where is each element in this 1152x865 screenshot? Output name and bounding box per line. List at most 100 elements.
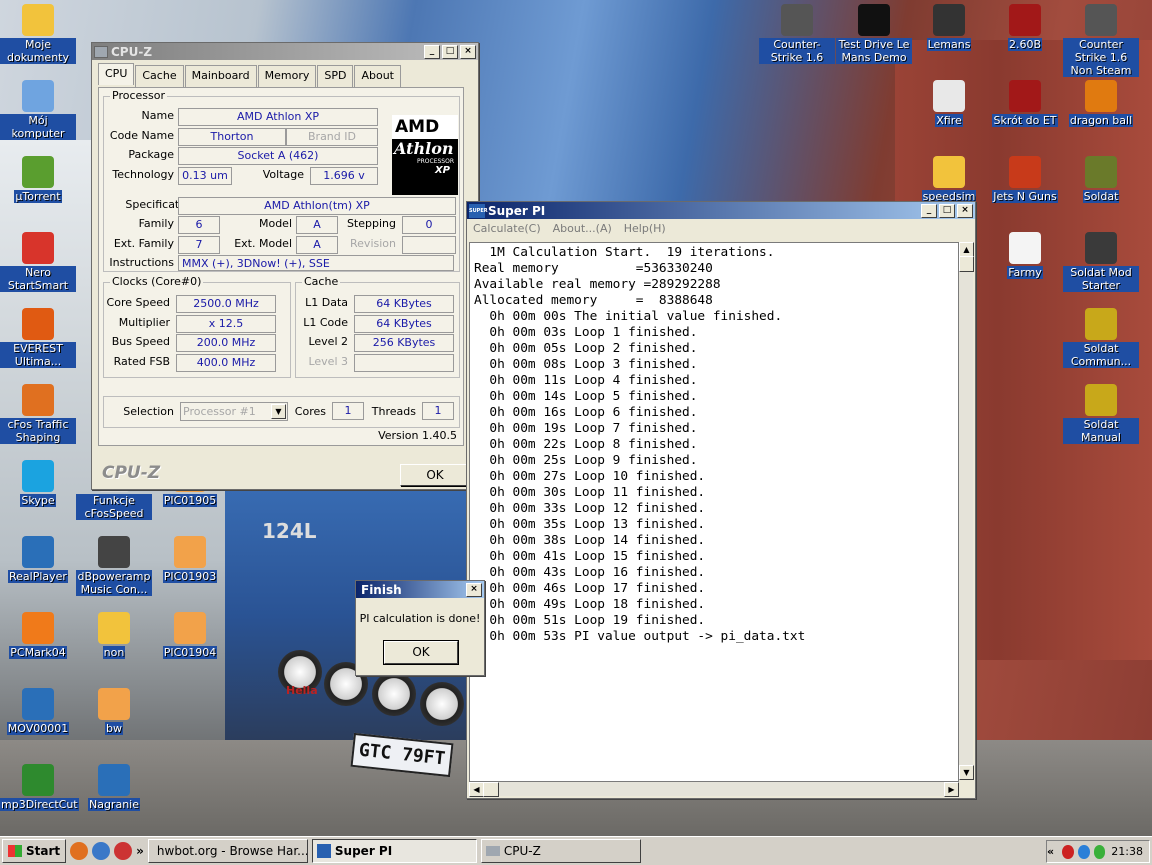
computer-icon [22,80,54,112]
firefox-icon[interactable] [70,842,89,860]
desktop-icon[interactable]: dragon ball [1063,80,1139,127]
hscroll-thumb[interactable] [483,782,499,797]
wallpaper-light [372,672,416,716]
desktop-icon[interactable]: speedsim [911,156,987,203]
finish-titlebar[interactable]: Finish × [356,581,484,598]
cores-value: 1 [332,402,364,420]
close-button[interactable]: × [957,203,973,218]
desktop-icon[interactable]: MOV00001 [0,688,76,735]
menu-calculate[interactable]: Calculate(C) [467,222,547,235]
superpi-output[interactable]: 1M Calculation Start. 19 iterations. Rea… [469,242,959,782]
name-label: Name [141,109,174,122]
desktop-icon[interactable]: non [76,612,152,659]
start-button[interactable]: Start [2,839,67,863]
cpuz-titlebar[interactable]: CPU-Z _ □ × [92,43,478,60]
task-superpi[interactable]: Super PI [311,839,477,863]
desktop-icon[interactable]: Test Drive Le Mans Demo [836,4,912,64]
tab-spd[interactable]: SPD [317,65,354,87]
cpuz-ok-button[interactable]: OK [400,464,470,486]
scroll-up-arrow[interactable]: ▲ [959,242,974,257]
menu-about[interactable]: About...(A) [547,222,618,235]
finish-ok-button[interactable]: OK [383,640,459,665]
desktop-icon[interactable]: Soldat [1063,156,1139,203]
desktop-icon[interactable]: Moje dokumenty [0,4,76,64]
scroll-left-arrow[interactable]: ◀ [469,782,484,797]
close-button[interactable]: × [460,44,476,59]
desktop-icon[interactable]: Skrót do ET [987,80,1063,127]
minimize-button[interactable]: _ [424,44,440,59]
desktop-icon[interactable]: 2.60B [987,4,1063,51]
desktop-icon[interactable]: Soldat Mod Starter [1063,232,1139,292]
desktop-icon[interactable]: Farmy [987,232,1063,279]
tab-mainboard[interactable]: Mainboard [184,65,257,87]
level2-value: 256 KBytes [354,334,454,352]
desktop-icon[interactable]: µTorrent [0,156,76,203]
desktop-icon[interactable]: Counter Strike 1.6 Non Steam [1063,4,1139,77]
finish-dialog[interactable]: Finish × PI calculation is done! OK [355,580,485,676]
network-icon[interactable] [1077,844,1090,859]
desktop-icon[interactable]: cFos Traffic Shaping [0,384,76,444]
tab-memory[interactable]: Memory [257,65,317,87]
vertical-scrollbar[interactable]: ▲ ▼ [959,242,974,780]
desktop-icon-label: Funkcje cFosSpeed [76,494,152,520]
amd-athlon-xp-logo: AMD Athlon PROCESSOR XP [392,115,458,195]
task-hwbot[interactable]: hwbot.org - Browse Har... [147,839,308,863]
folder-icon [22,4,54,36]
cpuz-cpu-panel: Processor Name AMD Athlon XP Code Name T… [98,87,464,446]
superpi-icon [316,844,331,858]
network-icon[interactable] [92,842,111,860]
menu-help[interactable]: Help(H) [618,222,672,235]
scroll-right-arrow[interactable]: ▶ [944,782,959,797]
maximize-button[interactable]: □ [939,203,955,218]
tab-about[interactable]: About [354,65,401,87]
desktop-icon[interactable]: Nero StartSmart [0,232,76,292]
shield-icon[interactable] [1062,844,1074,859]
scroll-down-arrow[interactable]: ▼ [959,765,974,780]
minimize-button[interactable]: _ [921,203,937,218]
desktop-icon[interactable]: Counter-Strike 1.6 [759,4,835,64]
selection-dropdown[interactable]: Processor #1 ▼ [180,402,288,421]
desktop-icon[interactable]: Xfire [911,80,987,127]
desktop-icon[interactable]: Lemans [911,4,987,51]
revision-label: Revision [350,237,396,250]
codename-value: Thorton [178,128,286,146]
desktop-icon[interactable]: PIC01904 [152,612,228,659]
cpuz-title: CPU-Z [111,44,153,59]
desktop-icon[interactable]: mp3DirectCut [0,764,79,811]
desktop-icon-label: PIC01905 [162,494,218,507]
scroll-thumb[interactable] [959,256,974,272]
opera-icon[interactable] [114,842,133,860]
cpuz-window[interactable]: CPU-Z _ □ × CPU Cache Mainboard Memory S… [91,42,479,490]
desktop-icon[interactable]: PCMark04 [0,612,76,659]
desktop-icon[interactable]: Jets N Guns [987,156,1063,203]
soldat-icon [1085,308,1117,340]
close-button[interactable]: × [466,582,482,597]
image-file-icon [98,688,130,720]
desktop-icon[interactable]: EVEREST Ultima... [0,308,76,368]
desktop-icon[interactable]: bw [76,688,152,735]
desktop-icon[interactable]: Skype [0,460,76,507]
desktop-icon[interactable]: Soldat Commun... [1063,308,1139,368]
maximize-button[interactable]: □ [442,44,458,59]
desktop-icon[interactable]: Nagranie [76,764,152,811]
revision-value [402,236,456,254]
tab-cache[interactable]: Cache [135,65,184,87]
stepping-value: 0 [402,216,456,234]
desktop-icon[interactable]: PIC01903 [152,536,228,583]
tray-expand[interactable]: « [1047,845,1054,858]
superpi-titlebar[interactable]: SUPER Super PI _ □ × [467,202,975,219]
tab-cpu[interactable]: CPU [98,63,135,85]
chevron-down-icon[interactable]: ▼ [271,404,286,419]
et-icon [1009,80,1041,112]
desktop-icon[interactable]: dBpoweramp Music Con... [76,536,152,596]
soldat-icon [1085,384,1117,416]
desktop-icon[interactable]: Soldat Manual [1063,384,1139,444]
tray-app-icon[interactable] [1093,844,1106,859]
superpi-window[interactable]: SUPER Super PI _ □ × Calculate(C) About.… [466,201,976,799]
horizontal-scrollbar[interactable]: ◀ ▶ [469,782,959,797]
desktop-icon[interactable]: RealPlayer [0,536,76,583]
quicklaunch-more[interactable]: » [136,844,144,858]
desktop-icon[interactable]: Mój komputer [0,80,76,140]
task-cpuz[interactable]: CPU-Z [480,839,641,863]
instructions-label: Instructions [109,256,174,269]
